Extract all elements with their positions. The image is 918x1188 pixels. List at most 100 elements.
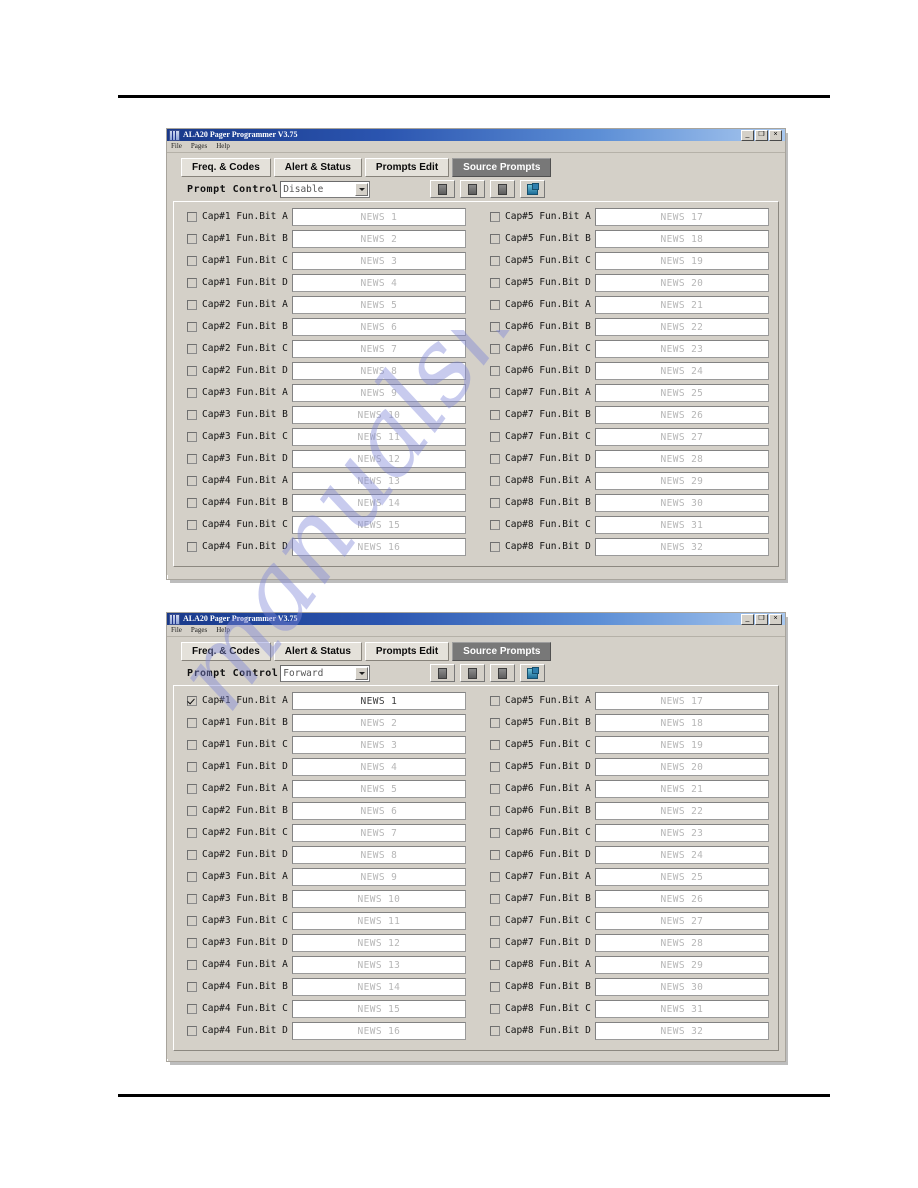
menu-item-pages[interactable]: Pages	[191, 141, 207, 152]
toolbar-button-4[interactable]	[520, 664, 546, 682]
checkbox-right-10[interactable]	[490, 916, 500, 926]
toolbar-button-3[interactable]	[490, 180, 516, 198]
prompt-input-right-0[interactable]: NEWS 17	[594, 692, 769, 710]
prompt-control-select[interactable]: Forward	[280, 664, 371, 682]
menu-item-file[interactable]: File	[171, 625, 182, 636]
prompt-input-right-7[interactable]: NEWS 24	[594, 846, 769, 864]
prompt-input-left-15[interactable]: NEWS 16	[291, 538, 466, 556]
checkbox-right-9[interactable]	[490, 894, 500, 904]
prompt-input-right-1[interactable]: NEWS 18	[594, 230, 769, 248]
prompt-input-left-7[interactable]: NEWS 8	[291, 362, 466, 380]
prompt-input-left-7[interactable]: NEWS 8	[291, 846, 466, 864]
prompt-input-left-8[interactable]: NEWS 9	[291, 868, 466, 886]
tab-freq-codes[interactable]: Freq. & Codes	[181, 642, 271, 661]
tab-prompts-edit[interactable]: Prompts Edit	[364, 642, 450, 661]
checkbox-right-7[interactable]	[490, 366, 500, 376]
checkbox-left-6[interactable]	[187, 828, 197, 838]
prompt-input-right-5[interactable]: NEWS 22	[594, 318, 769, 336]
checkbox-right-9[interactable]	[490, 410, 500, 420]
menu-item-help[interactable]: Help	[216, 625, 230, 636]
prompt-input-left-11[interactable]: NEWS 12	[291, 450, 466, 468]
prompt-input-right-11[interactable]: NEWS 28	[594, 934, 769, 952]
prompt-input-left-0[interactable]: NEWS 1	[291, 692, 466, 710]
checkbox-left-11[interactable]	[187, 938, 197, 948]
checkbox-right-13[interactable]	[490, 498, 500, 508]
prompt-input-left-10[interactable]: NEWS 11	[291, 912, 466, 930]
prompt-input-right-0[interactable]: NEWS 17	[594, 208, 769, 226]
prompt-input-left-8[interactable]: NEWS 9	[291, 384, 466, 402]
checkbox-right-11[interactable]	[490, 938, 500, 948]
prompt-input-right-4[interactable]: NEWS 21	[594, 780, 769, 798]
prompt-input-right-2[interactable]: NEWS 19	[594, 736, 769, 754]
checkbox-right-6[interactable]	[490, 828, 500, 838]
prompt-input-right-15[interactable]: NEWS 32	[594, 538, 769, 556]
checkbox-left-5[interactable]	[187, 806, 197, 816]
prompt-input-right-12[interactable]: NEWS 29	[594, 956, 769, 974]
checkbox-left-8[interactable]	[187, 388, 197, 398]
prompt-input-right-3[interactable]: NEWS 20	[594, 758, 769, 776]
toolbar-button-3[interactable]	[490, 664, 516, 682]
toolbar-button-4[interactable]	[520, 180, 546, 198]
toolbar-button-1[interactable]	[430, 180, 456, 198]
prompt-input-left-3[interactable]: NEWS 4	[291, 274, 466, 292]
app-window-bottom[interactable]: ALA20 Pager Programmer V3.75 _ ❐ × File Pages…	[166, 612, 786, 1062]
prompt-input-right-15[interactable]: NEWS 32	[594, 1022, 769, 1040]
tab-freq-codes[interactable]: Freq. & Codes	[181, 158, 271, 177]
title-bar[interactable]: ALA20 Pager Programmer V3.75 _ ❐ ×	[167, 129, 785, 141]
checkbox-left-10[interactable]	[187, 916, 197, 926]
checkbox-left-11[interactable]	[187, 454, 197, 464]
prompt-input-left-5[interactable]: NEWS 6	[291, 802, 466, 820]
prompt-input-left-6[interactable]: NEWS 7	[291, 340, 466, 358]
prompt-input-left-2[interactable]: NEWS 3	[291, 252, 466, 270]
prompt-input-left-15[interactable]: NEWS 16	[291, 1022, 466, 1040]
checkbox-left-5[interactable]	[187, 322, 197, 332]
prompt-input-right-10[interactable]: NEWS 27	[594, 428, 769, 446]
app-window-top[interactable]: ALA20 Pager Programmer V3.75 _ ❐ × File Pages…	[166, 128, 786, 580]
minimize-button[interactable]: _	[741, 129, 754, 141]
prompt-input-right-6[interactable]: NEWS 23	[594, 824, 769, 842]
checkbox-left-15[interactable]	[187, 1026, 197, 1036]
checkbox-right-14[interactable]	[490, 1004, 500, 1014]
menu-item-pages[interactable]: Pages	[191, 625, 207, 636]
prompt-input-right-8[interactable]: NEWS 25	[594, 384, 769, 402]
prompt-input-right-10[interactable]: NEWS 27	[594, 912, 769, 930]
tab-source-prompts[interactable]: Source Prompts	[452, 642, 552, 661]
checkbox-right-4[interactable]	[490, 300, 500, 310]
prompt-input-left-14[interactable]: NEWS 15	[291, 516, 466, 534]
prompt-input-right-8[interactable]: NEWS 25	[594, 868, 769, 886]
prompt-input-right-2[interactable]: NEWS 19	[594, 252, 769, 270]
checkbox-left-3[interactable]	[187, 278, 197, 288]
checkbox-left-2[interactable]	[187, 740, 197, 750]
prompt-input-left-0[interactable]: NEWS 1	[291, 208, 466, 226]
menu-item-file[interactable]: File	[171, 141, 182, 152]
prompt-input-right-14[interactable]: NEWS 31	[594, 1000, 769, 1018]
prompt-input-right-9[interactable]: NEWS 26	[594, 406, 769, 424]
checkbox-right-10[interactable]	[490, 432, 500, 442]
prompt-input-left-9[interactable]: NEWS 10	[291, 890, 466, 908]
checkbox-left-1[interactable]	[187, 234, 197, 244]
checkbox-left-12[interactable]	[187, 476, 197, 486]
checkbox-right-8[interactable]	[490, 388, 500, 398]
checkbox-right-3[interactable]	[490, 278, 500, 288]
checkbox-left-7[interactable]	[187, 366, 197, 376]
chevron-down-icon[interactable]	[355, 182, 369, 196]
checkbox-left-4[interactable]	[187, 784, 197, 794]
prompt-input-right-3[interactable]: NEWS 20	[594, 274, 769, 292]
prompt-input-left-4[interactable]: NEWS 5	[291, 780, 466, 798]
checkbox-left-13[interactable]	[187, 982, 197, 992]
toolbar-button-2[interactable]	[460, 180, 486, 198]
prompt-input-left-12[interactable]: NEWS 13	[291, 472, 466, 490]
checkbox-right-12[interactable]	[490, 476, 500, 486]
checkbox-left-6[interactable]	[187, 344, 197, 354]
checkbox-left-2[interactable]	[187, 256, 197, 266]
prompt-input-left-3[interactable]: NEWS 4	[291, 758, 466, 776]
checkbox-left-3[interactable]	[187, 762, 197, 772]
checkbox-left-4[interactable]	[187, 300, 197, 310]
checkbox-right-15[interactable]	[490, 542, 500, 552]
checkbox-right-2[interactable]	[490, 256, 500, 266]
prompt-input-right-7[interactable]: NEWS 24	[594, 362, 769, 380]
prompt-input-left-1[interactable]: NEWS 2	[291, 714, 466, 732]
checkbox-right-1[interactable]	[490, 718, 500, 728]
checkbox-right-0[interactable]	[490, 696, 500, 706]
checkbox-left-1[interactable]	[187, 718, 197, 728]
